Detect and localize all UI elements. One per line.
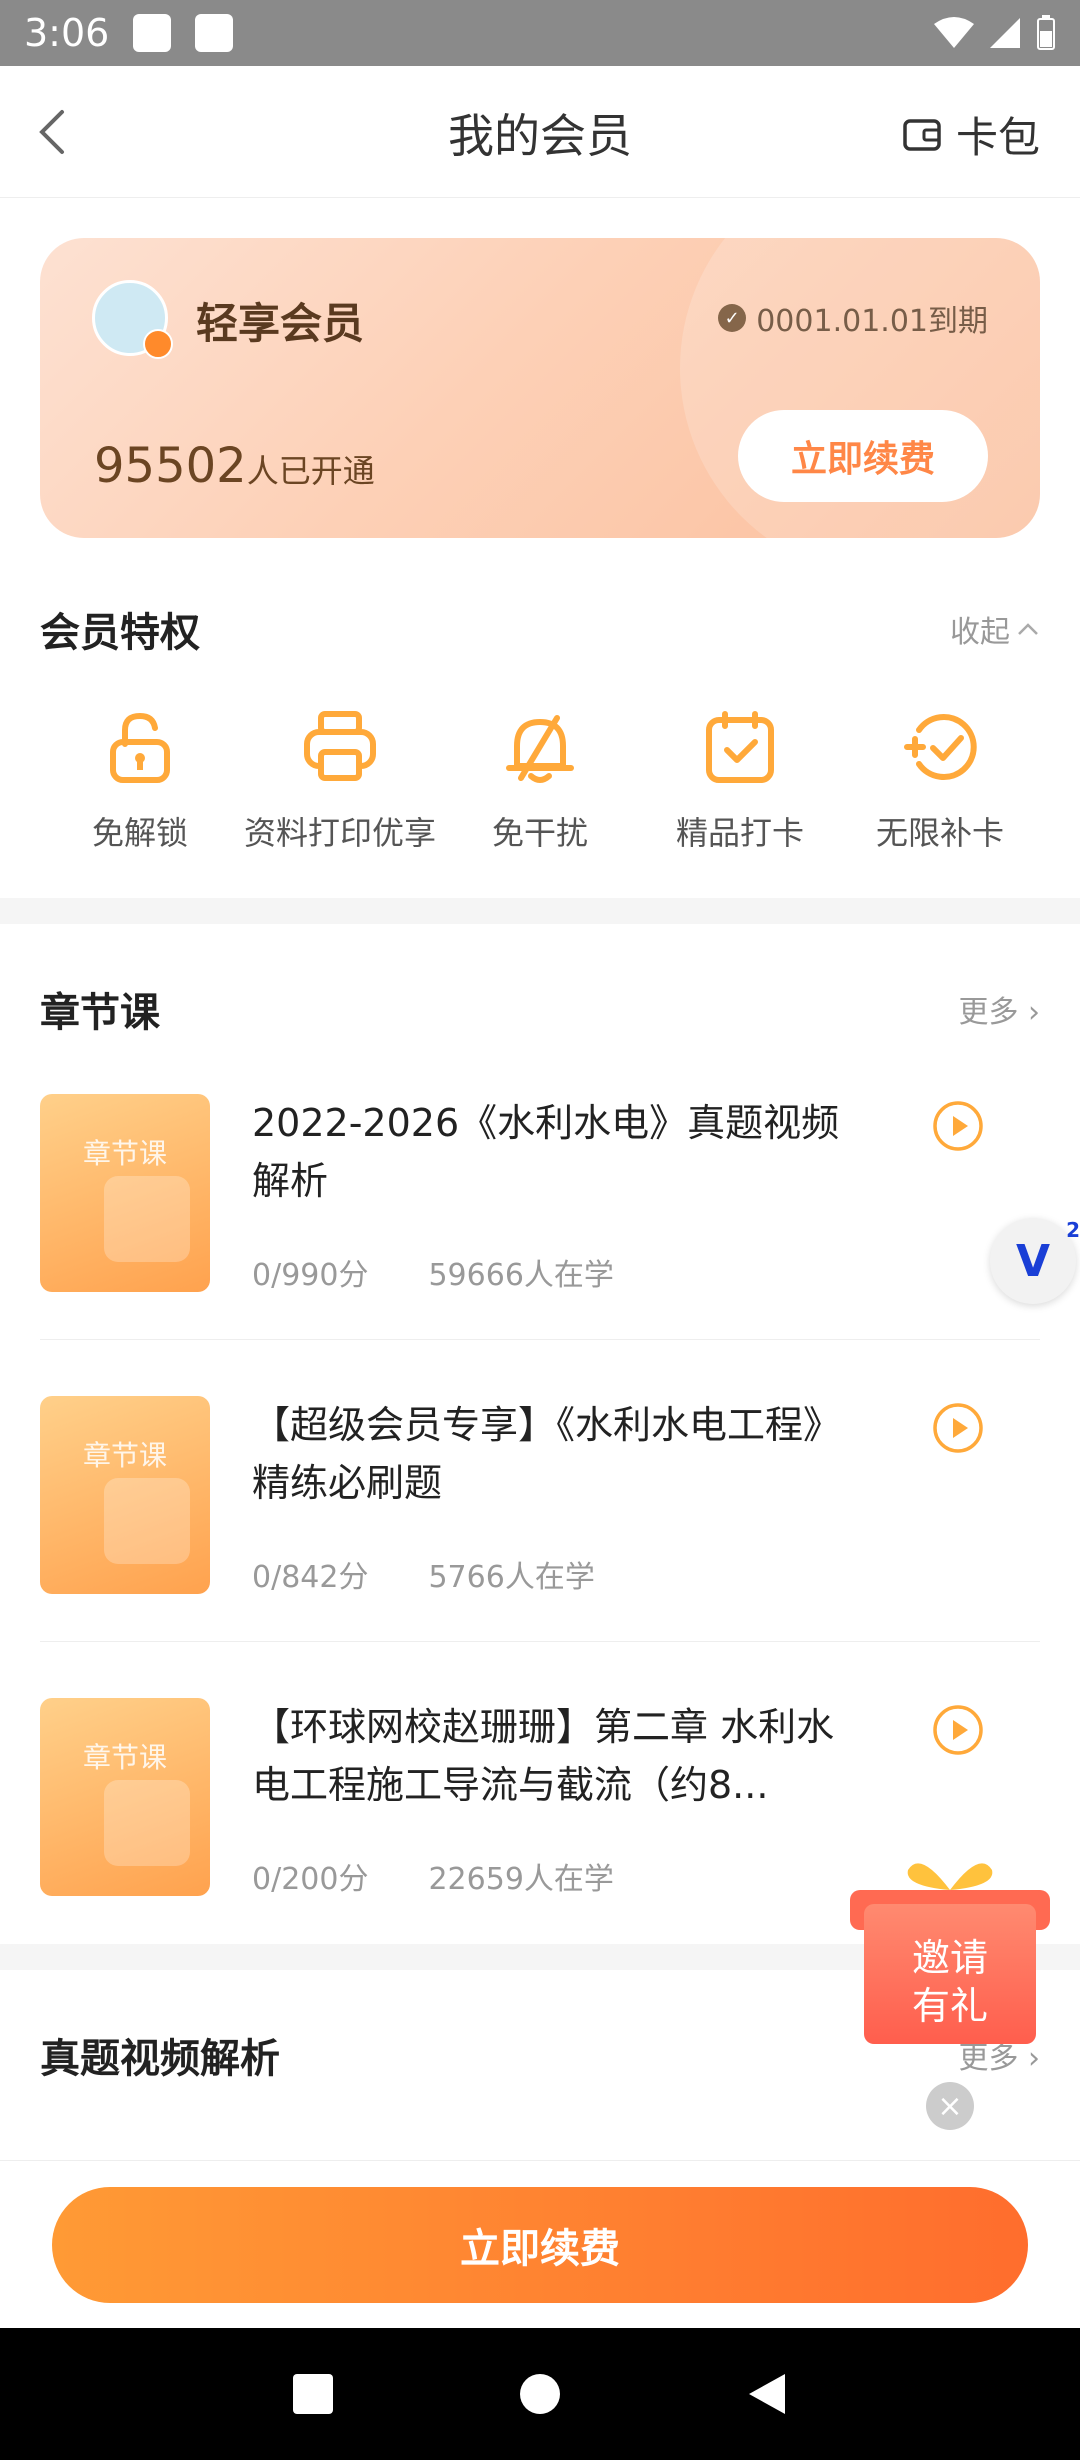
- home-icon[interactable]: [518, 2372, 562, 2416]
- thumb-tag: 章节课: [82, 1439, 167, 1472]
- bottom-bar: 立即续费: [0, 2160, 1080, 2328]
- invite-gift-button[interactable]: 邀请 有礼: [850, 1850, 1050, 2044]
- thumb-play-icon: [104, 1780, 190, 1866]
- play-circle-icon[interactable]: [932, 1402, 984, 1454]
- app-header: 我的会员 卡包: [0, 66, 1080, 198]
- wallet-icon: [903, 118, 941, 151]
- privileges-header: 会员特权 收起: [40, 600, 1040, 658]
- status-time: 3:06: [24, 11, 110, 55]
- thumb-play-icon: [104, 1176, 190, 1262]
- v-float-button[interactable]: V 2: [990, 1218, 1080, 1304]
- real-exam-title: 真题视频解析: [40, 2036, 280, 2082]
- privilege-label: 免干扰: [491, 814, 588, 852]
- v-icon: V: [1015, 1235, 1051, 1287]
- course-item[interactable]: 章节课 【超级会员专享】《水利水电工程》精练必刷题 0/842分 5766人在学: [40, 1340, 1040, 1642]
- course-learners: 59666人在学: [428, 1258, 614, 1293]
- renew-button[interactable]: 立即续费: [738, 410, 988, 502]
- privilege-item[interactable]: 精品打卡: [640, 706, 840, 854]
- course-thumbnail: 章节课: [40, 1396, 210, 1594]
- invite-label-line2: 有礼: [911, 1984, 988, 2028]
- privilege-label: 免解锁: [91, 814, 188, 852]
- wallet-label: 卡包: [955, 113, 1040, 162]
- expire-text: 0001.01.01到期: [756, 304, 988, 339]
- privileges-list: 免解锁 资料打印优享 免干扰 精品打卡 无限补卡: [40, 706, 1040, 854]
- calendar-check-icon: [706, 711, 774, 783]
- member-title: 轻享会员: [196, 299, 365, 348]
- member-card: 轻享会员 ✓ 0001.01.01到期 95502人已开通 立即续费: [40, 238, 1040, 538]
- course-thumbnail: 章节课: [40, 1094, 210, 1292]
- course-score: 0/842分: [252, 1560, 369, 1595]
- course-score: 0/200分: [252, 1862, 369, 1897]
- privilege-label: 资料打印优享: [243, 814, 436, 852]
- crown-badge-icon: [143, 329, 173, 359]
- thumb-tag: 章节课: [82, 1741, 167, 1774]
- play-circle-icon[interactable]: [932, 1704, 984, 1756]
- status-bar: 3:06: [0, 0, 1080, 66]
- invite-label-line1: 邀请: [911, 1936, 988, 1980]
- status-icons: [934, 15, 1056, 51]
- privilege-item[interactable]: 免干扰: [440, 706, 640, 854]
- battery-icon: [1037, 15, 1055, 50]
- course-thumbnail: 章节课: [40, 1698, 210, 1896]
- notification-icon: [133, 14, 172, 52]
- unlock-icon: [110, 712, 170, 783]
- privilege-item[interactable]: 资料打印优享: [240, 706, 440, 854]
- notification-icon: [195, 14, 234, 52]
- bell-off-icon: [506, 715, 574, 783]
- v-badge: 2: [1066, 1218, 1080, 1242]
- course-meta: 0/842分 5766人在学: [252, 1552, 872, 1596]
- printer-icon: [304, 711, 376, 781]
- chapter-section: 章节课 更多 › 章节课 2022-2026《水利水电》真题视频解析 0/990…: [0, 924, 1080, 1944]
- collapse-button[interactable]: 收起: [950, 607, 1040, 651]
- refill-check-icon: [904, 714, 977, 780]
- check-icon: ✓: [718, 304, 747, 332]
- close-icon[interactable]: ×: [926, 2082, 974, 2130]
- chapter-title: 章节课: [40, 990, 160, 1036]
- member-section: 轻享会员 ✓ 0001.01.01到期 95502人已开通 立即续费 会员特权 …: [0, 198, 1080, 898]
- more-button[interactable]: 更多 ›: [958, 987, 1040, 1031]
- privilege-item[interactable]: 无限补卡: [840, 706, 1040, 854]
- course-title: 2022-2026《水利水电》真题视频解析: [252, 1101, 840, 1203]
- wallet-button[interactable]: 卡包: [902, 104, 1040, 165]
- course-title: 【环球网校赵珊珊】第二章 水利水电工程施工导流与截流（约8...: [252, 1705, 835, 1807]
- member-count-number: 95502: [94, 438, 247, 494]
- thumb-play-icon: [104, 1478, 190, 1564]
- chevron-up-icon: [1018, 623, 1038, 635]
- chapter-header: 章节课 更多 ›: [40, 924, 1040, 1038]
- bottom-renew-button[interactable]: 立即续费: [52, 2187, 1028, 2303]
- wifi-icon: [934, 17, 974, 48]
- privileges-title: 会员特权: [40, 610, 200, 656]
- course-info: 2022-2026《水利水电》真题视频解析 0/990分 59666人在学: [252, 1094, 872, 1339]
- thumb-tag: 章节课: [82, 1137, 167, 1170]
- member-count: 95502人已开通: [94, 438, 375, 494]
- privilege-label: 无限补卡: [875, 814, 1004, 852]
- system-nav-bar: [0, 2328, 1080, 2460]
- course-title: 【超级会员专享】《水利水电工程》精练必刷题: [252, 1403, 842, 1505]
- course-meta: 0/990分 59666人在学: [252, 1250, 872, 1294]
- expire-info: ✓ 0001.01.01到期: [718, 296, 988, 340]
- course-info: 【超级会员专享】《水利水电工程》精练必刷题 0/842分 5766人在学: [252, 1396, 872, 1641]
- recents-icon[interactable]: [291, 2372, 335, 2416]
- back-nav-icon[interactable]: [745, 2372, 789, 2416]
- collapse-label: 收起: [950, 615, 1010, 650]
- course-learners: 5766人在学: [428, 1560, 595, 1595]
- member-count-suffix: 人已开通: [246, 452, 375, 490]
- course-learners: 22659人在学: [428, 1862, 614, 1897]
- course-score: 0/990分: [252, 1258, 369, 1293]
- invite-label: 邀请 有礼: [864, 1934, 1036, 2030]
- course-item[interactable]: 章节课 2022-2026《水利水电》真题视频解析 0/990分 59666人在学: [40, 1038, 1040, 1340]
- signal-icon: [990, 18, 1020, 48]
- privilege-label: 精品打卡: [675, 814, 804, 852]
- play-circle-icon[interactable]: [932, 1100, 984, 1152]
- course-info: 【环球网校赵珊珊】第二章 水利水电工程施工导流与截流（约8... 0/200分 2…: [252, 1698, 872, 1944]
- privilege-item[interactable]: 免解锁: [40, 706, 240, 854]
- more-label: 更多: [958, 2041, 1019, 2076]
- course-meta: 0/200分 22659人在学: [252, 1854, 872, 1898]
- avatar: [92, 280, 173, 359]
- more-label: 更多: [958, 995, 1019, 1030]
